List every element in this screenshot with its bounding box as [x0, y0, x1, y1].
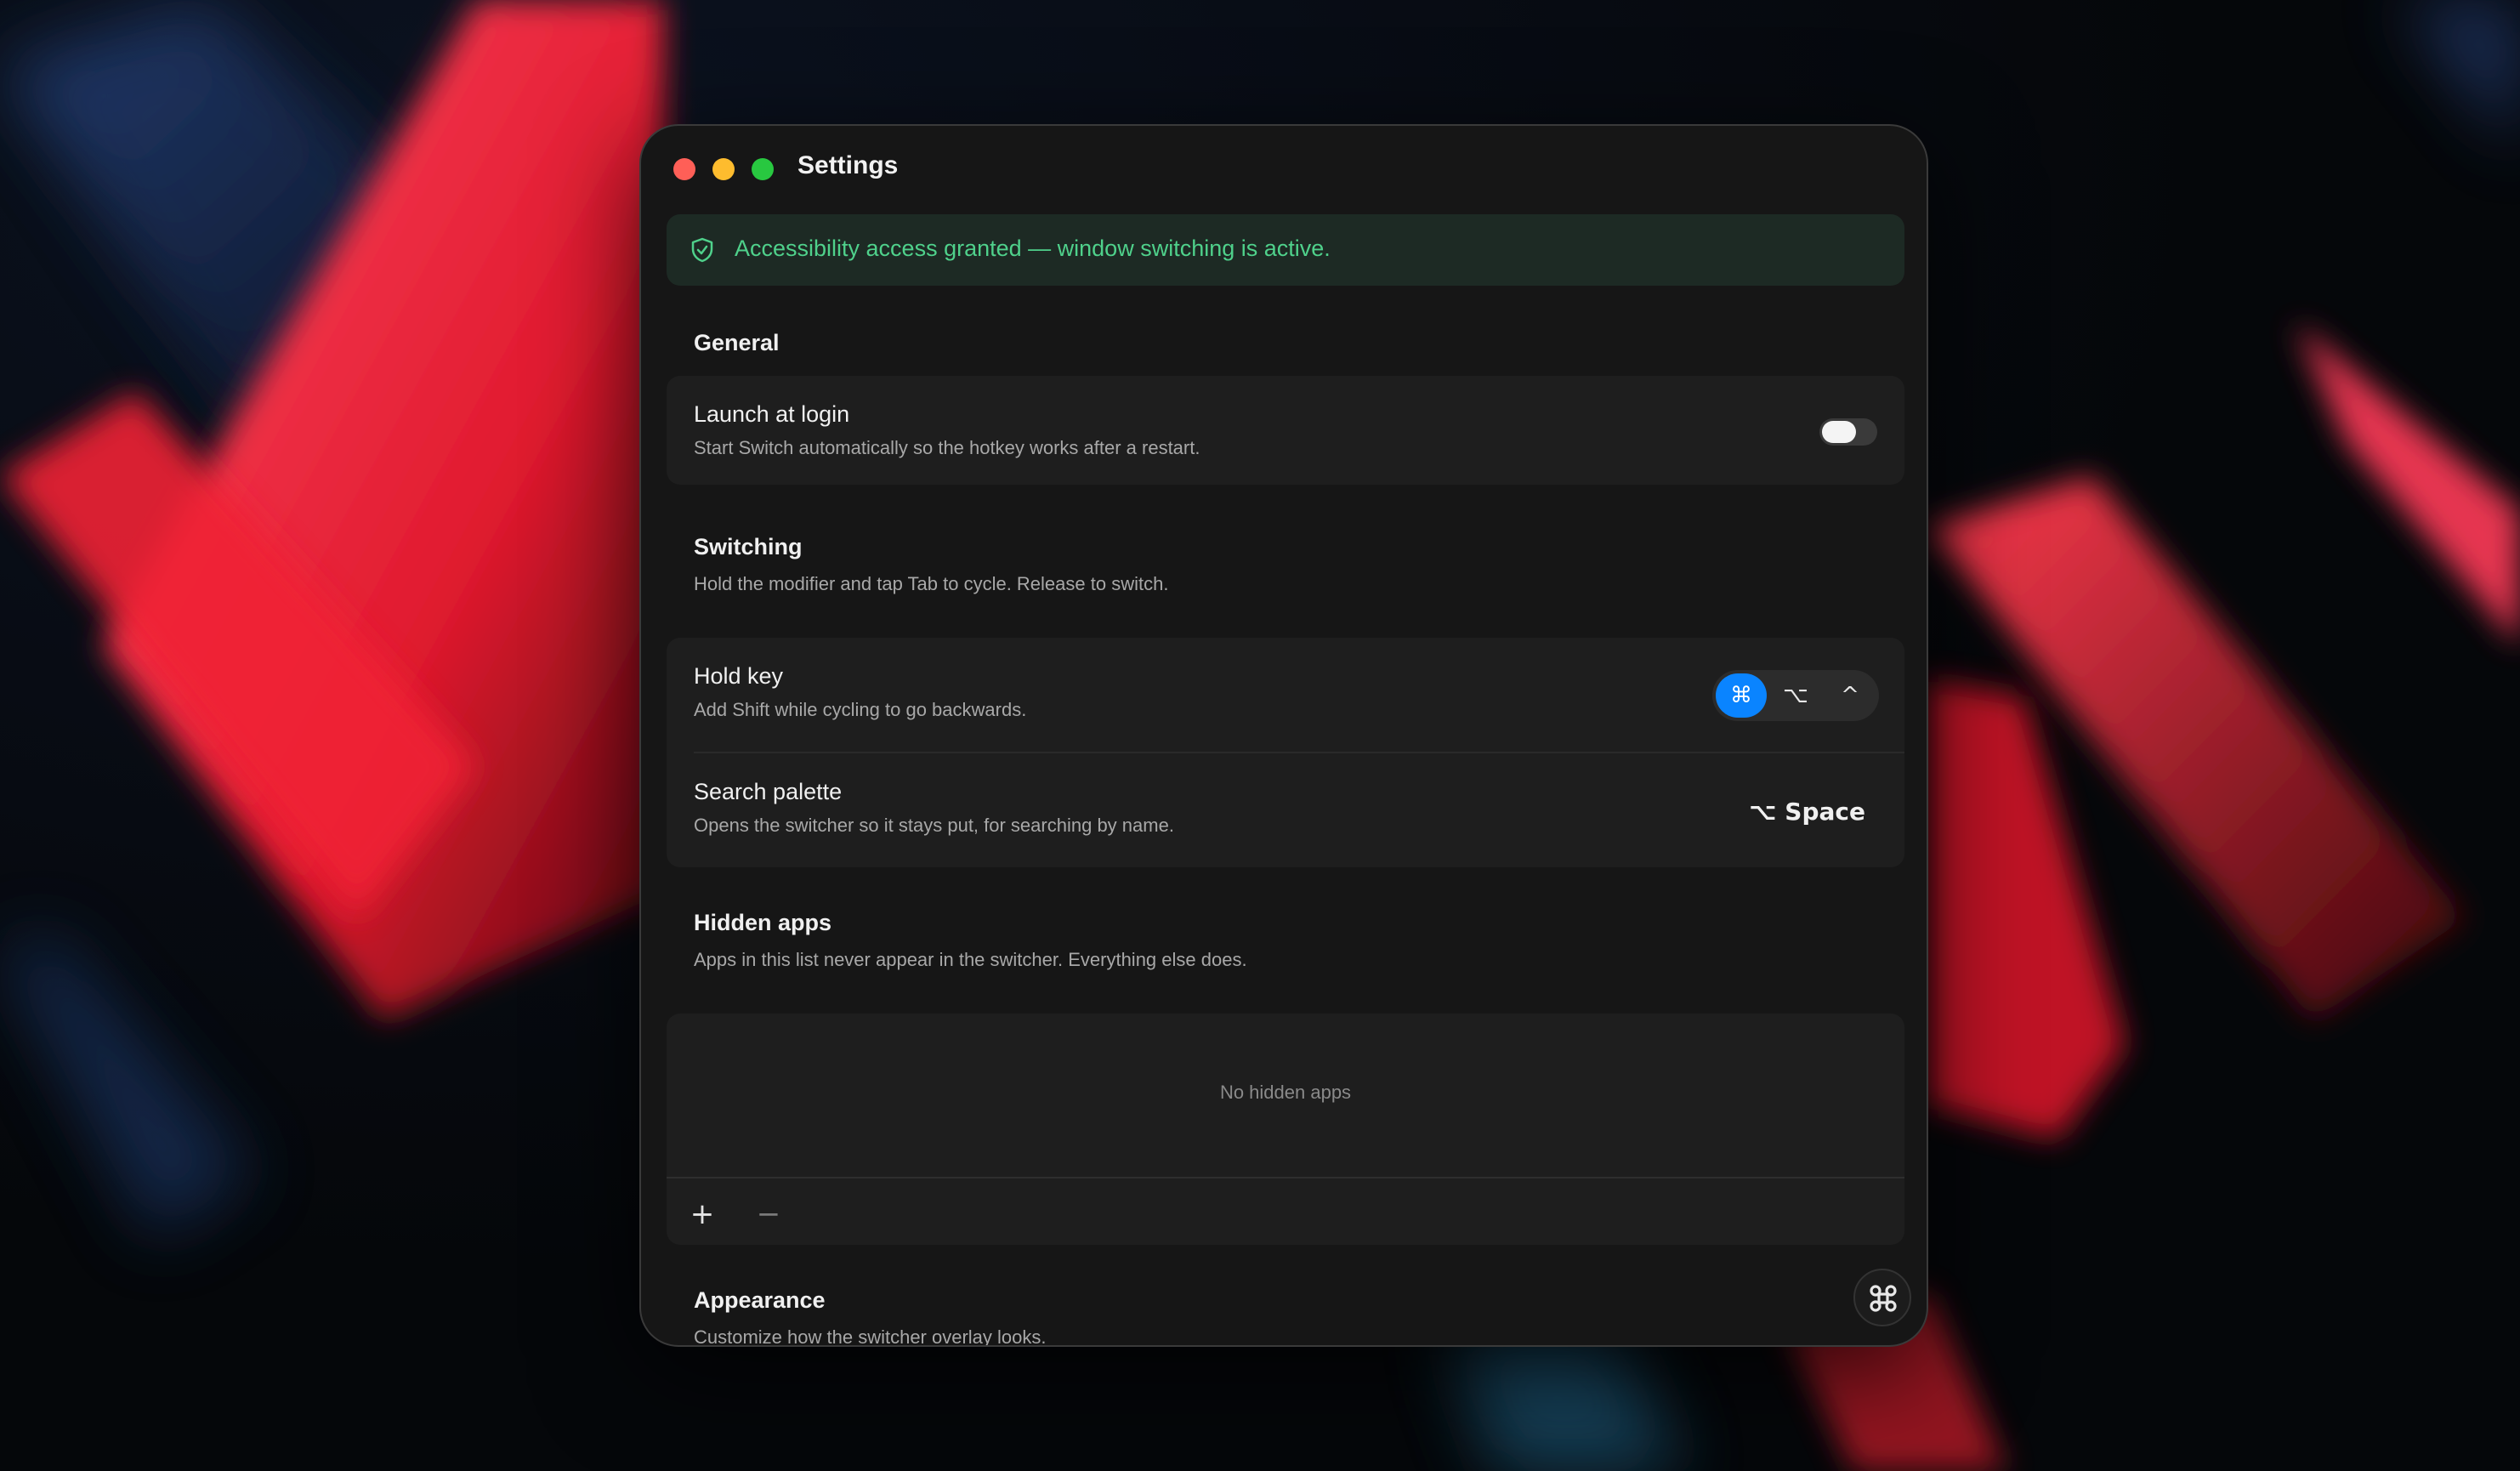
- hold-key-option-option[interactable]: ⌥: [1770, 673, 1821, 718]
- section-title-hidden-apps: Hidden apps: [694, 910, 832, 935]
- search-palette-title: Search palette: [694, 779, 843, 804]
- row-description: Start Switch automatically so the hotkey…: [694, 437, 1200, 458]
- row-divider: [694, 752, 1904, 753]
- section-description-appearance: Customize how the switcher overlay looks…: [694, 1326, 1047, 1347]
- settings-window: Settings Accessibility access granted — …: [639, 124, 1928, 1347]
- search-palette-description: Opens the switcher so it stays put, for …: [694, 815, 1174, 836]
- hold-key-description: Add Shift while cycling to go backwards.: [694, 699, 1027, 720]
- window-title: Settings: [797, 151, 899, 179]
- section-description-hidden-apps: Apps in this list never appear in the sw…: [694, 949, 1247, 970]
- launch-at-login-toggle[interactable]: [1819, 418, 1877, 446]
- accessibility-status-banner: Accessibility access granted — window sw…: [667, 214, 1904, 286]
- empty-list-label: No hidden apps: [1219, 1082, 1352, 1103]
- section-title-appearance: Appearance: [694, 1287, 826, 1313]
- remove-hidden-app-button[interactable]: −: [750, 1196, 787, 1233]
- zoom-window-button[interactable]: [752, 158, 774, 180]
- command-button[interactable]: [1853, 1269, 1911, 1326]
- shield-check-icon: [691, 237, 713, 263]
- launch-at-login-row: Launch at login Start Switch automatical…: [667, 376, 1904, 485]
- hold-key-option-command[interactable]: ⌘: [1716, 673, 1767, 718]
- add-hidden-app-button[interactable]: +: [684, 1196, 721, 1233]
- hold-key-option-control[interactable]: ^: [1825, 673, 1876, 718]
- title-bar: Settings: [641, 126, 1927, 214]
- toggle-knob: [1822, 421, 1856, 443]
- banner-text: Accessibility access granted — window sw…: [735, 236, 1331, 261]
- close-window-button[interactable]: [673, 158, 695, 180]
- command-icon: [1870, 1285, 1897, 1312]
- list-footer-divider: [667, 1177, 1904, 1179]
- search-palette-shortcut[interactable]: ⌥ Space: [1749, 798, 1865, 826]
- row-title: Launch at login: [694, 401, 850, 427]
- minimize-window-button[interactable]: [712, 158, 735, 180]
- section-title-switching: Switching: [694, 534, 803, 559]
- section-title-general: General: [694, 330, 780, 355]
- hold-key-segmented-control: ⌘ ⌥ ^: [1712, 670, 1879, 721]
- switching-card: Hold key Add Shift while cycling to go b…: [667, 638, 1904, 867]
- hidden-apps-list: No hidden apps + −: [667, 1014, 1904, 1245]
- hold-key-title: Hold key: [694, 663, 784, 689]
- section-description-switching: Hold the modifier and tap Tab to cycle. …: [694, 573, 1169, 594]
